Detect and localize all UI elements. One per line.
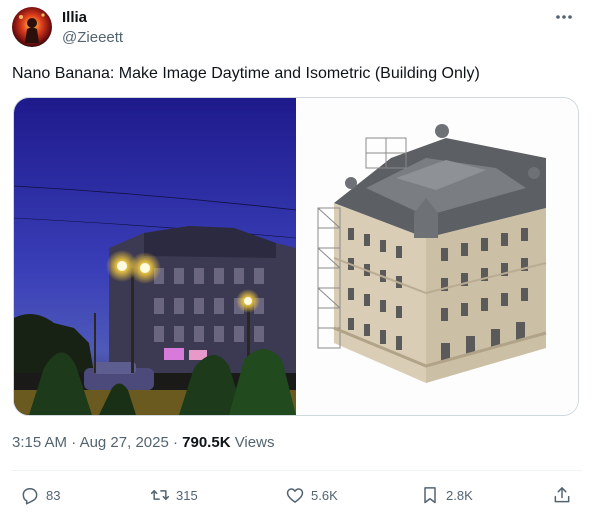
retweet-icon	[150, 490, 170, 500]
meta-separator: ·	[71, 434, 80, 451]
author-name[interactable]: Illia	[62, 9, 87, 26]
share-button[interactable]	[552, 480, 578, 510]
bookmark-count: 2.8K	[446, 487, 473, 503]
author-handle[interactable]: @Zieeett	[62, 29, 123, 46]
avatar[interactable]	[12, 7, 52, 47]
reply-count: 83	[46, 487, 61, 503]
like-icon	[286, 488, 304, 503]
tweet-text: Nano Banana: Make Image Daytime and Isom…	[12, 65, 480, 82]
like-count: 5.6K	[311, 487, 338, 503]
night-photo[interactable]	[14, 98, 297, 415]
tweet-media[interactable]	[13, 97, 579, 416]
share-icon	[554, 487, 570, 503]
isometric-building-image[interactable]	[296, 98, 578, 415]
tweet: Illia @Zieeett Nano Banana: Make Image D…	[0, 0, 594, 518]
more-icon[interactable]	[552, 7, 576, 27]
like-button[interactable]: 5.6K	[285, 480, 338, 510]
tweet-date[interactable]: Aug 27, 2025	[80, 434, 169, 451]
tweet-time[interactable]: 3:15 AM	[12, 434, 67, 451]
retweet-count: 315	[176, 487, 198, 503]
tweet-meta: 3:15 AM · Aug 27, 2025 · 790.5K Views	[12, 434, 274, 451]
meta-separator: ·	[172, 434, 183, 451]
views-label: Views	[234, 434, 275, 451]
views-count: 790.5K	[182, 434, 231, 451]
reply-icon	[22, 488, 38, 505]
action-bar: 83 315 5.6K 2.8K	[0, 480, 594, 510]
retweet-button[interactable]: 315	[150, 480, 198, 510]
bookmark-button[interactable]: 2.8K	[420, 480, 473, 510]
reply-button[interactable]: 83	[20, 480, 60, 510]
bookmark-icon	[424, 487, 436, 504]
divider	[12, 470, 582, 471]
